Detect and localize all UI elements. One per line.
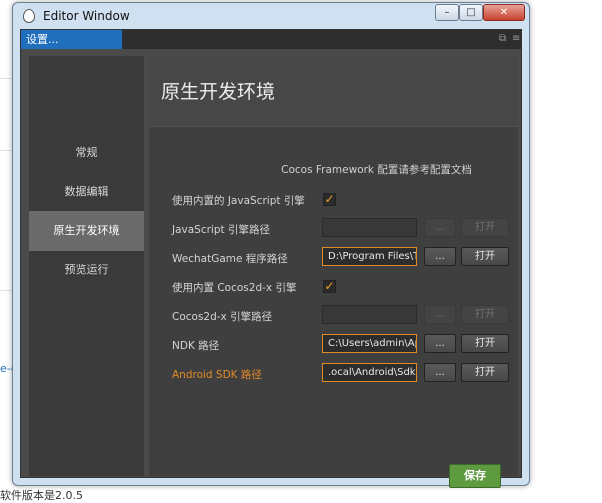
sidebar-item-native-env[interactable]: 原生开发环境 [29, 211, 144, 251]
use-builtin-js-label: 使用内置的 JavaScript 引擎 [172, 195, 305, 207]
page-title: 原生开发环境 [161, 81, 276, 103]
background-text: 软件版本是2.0.5 [0, 489, 83, 502]
cocos2dx-open-button[interactable]: 打开 [461, 305, 509, 324]
ndk-path-label: NDK 路径 [172, 340, 220, 352]
android-sdk-browse-button[interactable]: ... [424, 363, 456, 382]
sidebar-item-data-editing[interactable]: 数据编辑 [29, 172, 144, 212]
android-sdk-path-input[interactable]: .ocal\Android\Sdk [322, 363, 417, 382]
settings-content: 原生开发环境 Cocos Framework 配置请参考配置文档 使用内置的 J… [149, 56, 518, 488]
close-button[interactable]: ✕ [483, 4, 525, 21]
editor-window: Editor Window – □ ✕ 设置... ⧉ ≡ 常规 数据编辑 原生… [12, 2, 530, 488]
ndk-path-input[interactable]: C:\Users\admin\AppData [322, 334, 417, 353]
app-icon [23, 9, 35, 23]
title-bar[interactable]: Editor Window – □ ✕ [13, 3, 529, 29]
settings-sidebar: 常规 数据编辑 原生开发环境 预览运行 [29, 56, 144, 476]
android-sdk-path-label: Android SDK 路径 [172, 369, 262, 381]
menu-icon[interactable]: ≡ [512, 34, 520, 44]
window-title: Editor Window [43, 9, 130, 23]
content-header: 原生开发环境 [149, 56, 518, 127]
js-engine-path-input[interactable] [322, 218, 417, 237]
use-builtin-cocos2dx-label: 使用内置 Cocos2d-x 引擎 [172, 282, 297, 294]
ndk-open-button[interactable]: 打开 [461, 334, 509, 353]
wechat-path-label: WechatGame 程序路径 [172, 253, 288, 265]
framework-note[interactable]: Cocos Framework 配置请参考配置文档 [149, 162, 518, 177]
android-sdk-open-button[interactable]: 打开 [461, 363, 509, 382]
popout-icon[interactable]: ⧉ [499, 34, 506, 44]
wechat-open-button[interactable]: 打开 [461, 247, 509, 266]
js-engine-path-label: JavaScript 引擎路径 [172, 224, 270, 236]
cocos2dx-browse-button[interactable]: ... [424, 305, 456, 324]
js-engine-open-button[interactable]: 打开 [461, 218, 509, 237]
ndk-browse-button[interactable]: ... [424, 334, 456, 353]
cocos2dx-path-label: Cocos2d-x 引擎路径 [172, 311, 273, 323]
use-builtin-cocos2dx-checkbox[interactable]: ✓ [323, 280, 336, 293]
tab-strip: 设置... ⧉ ≡ [21, 30, 521, 49]
use-builtin-js-checkbox[interactable]: ✓ [323, 193, 336, 206]
minimize-button[interactable]: – [435, 4, 459, 21]
maximize-button[interactable]: □ [459, 4, 483, 21]
window-client: 设置... ⧉ ≡ 常规 数据编辑 原生开发环境 预览运行 原生开发环境 Coc… [20, 29, 522, 488]
wechat-path-input[interactable]: D:\Program Files\Tencent [322, 247, 417, 266]
tab-settings[interactable]: 设置... [21, 30, 122, 49]
wechat-browse-button[interactable]: ... [424, 247, 456, 266]
save-button[interactable]: 保存 [449, 464, 501, 488]
sidebar-item-preview[interactable]: 预览运行 [29, 250, 144, 290]
cocos2dx-path-input[interactable] [322, 305, 417, 324]
js-engine-browse-button[interactable]: ... [424, 218, 456, 237]
sidebar-item-general[interactable]: 常规 [29, 133, 144, 173]
